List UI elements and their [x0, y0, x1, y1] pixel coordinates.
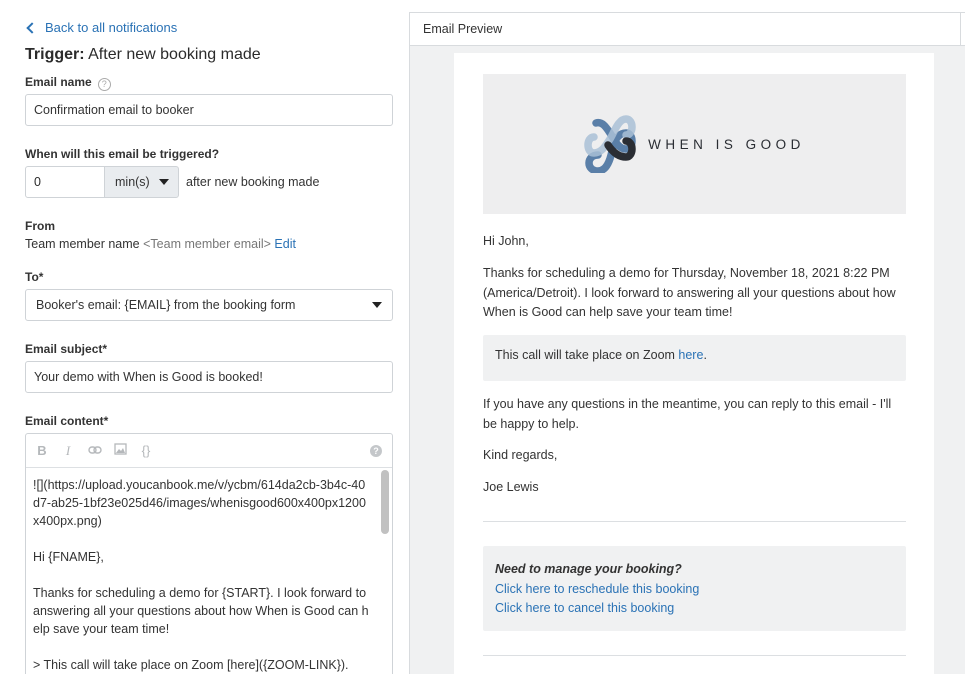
timing-value-input[interactable]: 0	[25, 166, 105, 198]
zoom-link[interactable]: here	[678, 348, 703, 362]
preview-title: Email Preview	[423, 22, 503, 36]
editor-help-icon[interactable]: ?	[370, 445, 382, 457]
cancel-link[interactable]: Click here to cancel this booking	[495, 599, 894, 619]
timing-unit-value: min(s)	[115, 175, 150, 189]
subject-label: Email subject*	[25, 342, 108, 356]
italic-icon[interactable]: I	[62, 443, 74, 459]
reschedule-link[interactable]: Click here to reschedule this booking	[495, 580, 894, 600]
from-name: Team member name	[25, 237, 140, 251]
zoom-end: .	[703, 348, 707, 362]
email-closing: Kind regards,	[483, 448, 558, 462]
from-email: <Team member email>	[143, 237, 271, 251]
email-name-label-text: Email name	[25, 75, 92, 89]
divider	[483, 655, 906, 656]
header-divider	[960, 13, 961, 46]
email-name-value: Confirmation email to booker	[34, 103, 194, 117]
back-to-notifications-link[interactable]: Back to all notifications	[25, 20, 177, 35]
email-preview-panel: Email Preview WHEN IS GOOD Hi John, Than…	[409, 12, 965, 674]
to-selected-value: Booker's email: {EMAIL} from the booking…	[36, 298, 296, 312]
from-edit-link[interactable]: Edit	[274, 237, 296, 251]
timing-unit-select[interactable]: min(s)	[104, 166, 179, 198]
subject-input[interactable]: Your demo with When is Good is booked!	[25, 361, 393, 393]
editor-scrollbar[interactable]	[381, 470, 389, 674]
trigger-heading: Trigger: After new booking made	[25, 46, 261, 64]
subject-value: Your demo with When is Good is booked!	[34, 370, 263, 384]
trigger-value: After new booking made	[88, 46, 261, 63]
email-banner: WHEN IS GOOD	[483, 74, 906, 214]
to-label: To*	[25, 270, 44, 284]
manage-booking-title: Need to manage your booking?	[495, 562, 682, 576]
logo-wordmark: WHEN IS GOOD	[648, 136, 805, 152]
link-icon[interactable]	[88, 443, 102, 458]
when-is-good-logo-icon	[584, 115, 636, 173]
email-signature: Joe Lewis	[483, 480, 539, 494]
email-name-input[interactable]: Confirmation email to booker	[25, 94, 393, 126]
email-paragraph-2: If you have any questions in the meantim…	[483, 397, 892, 431]
caret-down-icon	[372, 302, 382, 308]
email-card: WHEN IS GOOD Hi John, Thanks for schedul…	[454, 53, 934, 674]
content-label: Email content*	[25, 414, 109, 428]
from-line: Team member name <Team member email> Edi…	[25, 237, 296, 251]
preview-header: Email Preview	[410, 13, 965, 46]
email-name-label: Email name?	[25, 75, 111, 91]
editor-textarea[interactable]: ![](https://upload.youcanbook.me/v/ycbm/…	[26, 468, 378, 674]
trigger-label: Trigger:	[25, 46, 85, 63]
notification-editor-panel: Back to all notifications Trigger: After…	[0, 0, 409, 674]
scrollbar-thumb[interactable]	[381, 470, 389, 534]
divider	[483, 521, 906, 522]
from-label: From	[25, 219, 55, 233]
manage-booking-box: Need to manage your booking? Click here …	[483, 546, 906, 631]
timing-suffix: after new booking made	[186, 175, 320, 189]
email-paragraph-1: Thanks for scheduling a demo for Thursda…	[483, 266, 896, 319]
zoom-text: This call will take place on Zoom	[495, 348, 679, 362]
code-icon[interactable]: {}	[140, 443, 152, 458]
editor-toolbar: B I {} ?	[26, 434, 392, 468]
to-select[interactable]: Booker's email: {EMAIL} from the booking…	[25, 289, 393, 321]
back-link-label: Back to all notifications	[45, 20, 178, 35]
email-greeting: Hi John,	[483, 234, 529, 248]
caret-down-icon	[158, 179, 169, 185]
image-icon[interactable]	[114, 443, 127, 458]
chevron-left-icon	[26, 21, 38, 34]
zoom-callout: This call will take place on Zoom here.	[483, 335, 906, 381]
timing-label: When will this email be triggered?	[25, 147, 220, 161]
bold-icon[interactable]: B	[36, 443, 48, 458]
content-editor[interactable]: B I {} ? ![](https://upload.youcanbook.m…	[25, 433, 393, 674]
timing-value: 0	[34, 175, 41, 189]
help-icon[interactable]: ?	[97, 78, 111, 91]
